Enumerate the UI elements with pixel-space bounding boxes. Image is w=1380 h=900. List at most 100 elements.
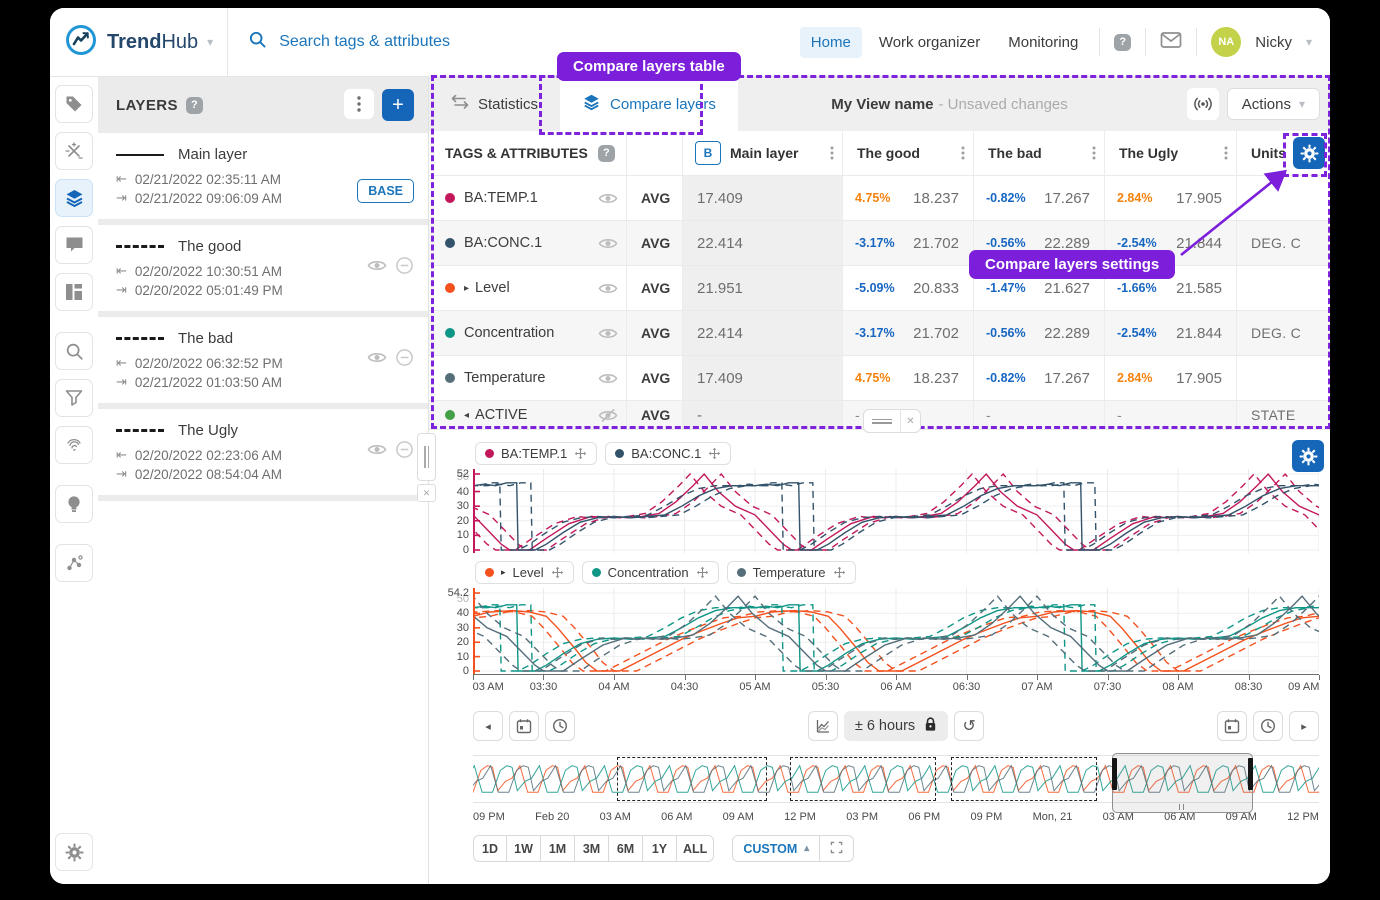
move-icon[interactable] — [708, 447, 721, 460]
legend-caret-icon[interactable]: ▸ — [501, 567, 506, 578]
chart-plot-area[interactable]: 5054.2403020100 — [473, 588, 1319, 674]
rail-gear-icon[interactable] — [55, 833, 93, 871]
legend-chip-level[interactable]: ▸Level — [475, 561, 574, 584]
zoom-preset-1d[interactable]: 1D — [473, 835, 507, 862]
zoom-preset-1m[interactable]: 1M — [541, 835, 575, 862]
aggregation-cell[interactable]: AVG — [627, 356, 683, 400]
selection-left-handle[interactable] — [1112, 758, 1117, 790]
broadcast-icon[interactable] — [1187, 88, 1219, 120]
calendar-end-icon[interactable] — [1217, 711, 1247, 741]
layers-help-icon[interactable]: ? — [186, 97, 203, 114]
collapsed-panel-close-icon[interactable]: ✕ — [901, 410, 920, 432]
chart-batemp-baconc[interactable]: BA:TEMP.1 BA:CONC.1 5052403020100 — [473, 442, 1319, 553]
zoom-preset-1y[interactable]: 1Y — [643, 835, 677, 862]
eye-icon[interactable] — [367, 442, 387, 462]
timeline-selection-window[interactable]: II — [1112, 753, 1254, 813]
splitter-grip-icon[interactable] — [417, 433, 436, 481]
time-start-icon[interactable] — [545, 711, 575, 741]
move-icon[interactable] — [574, 447, 587, 460]
layer-column-menu-icon[interactable] — [1092, 146, 1104, 160]
aggregation-cell[interactable]: AVG — [627, 221, 683, 265]
rail-comment-icon[interactable] — [55, 226, 93, 264]
layers-menu-button[interactable] — [344, 89, 374, 119]
table-row-ba-conc-1[interactable]: BA:CONC.1AVG22.414-3.17%21.702-0.56%22.2… — [429, 221, 1330, 266]
rail-scatter-icon[interactable] — [55, 544, 93, 582]
table-row-concentration[interactable]: ConcentrationAVG22.414-3.17%21.702-0.56%… — [429, 311, 1330, 356]
selection-right-handle[interactable] — [1248, 758, 1253, 790]
rail-layers-icon[interactable] — [55, 179, 93, 217]
eye-icon[interactable] — [598, 236, 618, 251]
help-icon[interactable]: ? — [1114, 34, 1131, 51]
app-logo[interactable]: TrendHub ▾ — [50, 23, 227, 62]
eye-icon[interactable] — [367, 350, 387, 370]
tab-compare-layers[interactable]: Compare layers — [560, 77, 738, 131]
rail-tag-icon[interactable] — [55, 85, 93, 123]
mail-icon[interactable] — [1160, 31, 1182, 54]
nav-item-work-organizer[interactable]: Work organizer — [868, 27, 991, 58]
eye-icon[interactable] — [598, 326, 618, 341]
actions-button[interactable]: Actions▾ — [1227, 88, 1320, 120]
logo-caret-down-icon[interactable]: ▾ — [207, 35, 213, 49]
expand-range-icon[interactable] — [820, 835, 854, 862]
aggregation-cell[interactable]: AVG — [627, 176, 683, 220]
user-caret-down-icon[interactable]: ▾ — [1306, 35, 1312, 49]
aggregation-cell[interactable]: AVG — [627, 266, 683, 310]
zoom-preset-all[interactable]: ALL — [677, 835, 714, 862]
remove-layer-icon[interactable] — [395, 348, 414, 372]
rail-formula-icon[interactable] — [55, 132, 93, 170]
time-range-pill[interactable]: ± 6 hours — [844, 711, 948, 741]
table-row-temperature[interactable]: TemperatureAVG17.4094.75%18.237-0.82%17.… — [429, 356, 1330, 401]
step-forward-icon[interactable]: ▸ — [1289, 711, 1319, 741]
overview-timeline[interactable]: II — [473, 755, 1319, 803]
table-help-icon[interactable]: ? — [598, 145, 615, 162]
rail-dashboard-icon[interactable] — [55, 273, 93, 311]
legend-chip-ba-temp-1[interactable]: BA:TEMP.1 — [475, 442, 597, 465]
eye-icon[interactable] — [598, 371, 618, 386]
remove-layer-icon[interactable] — [395, 440, 414, 464]
expand-caret-icon[interactable]: ▸ — [464, 283, 469, 294]
step-back-icon[interactable]: ◂ — [473, 711, 503, 741]
base-badge[interactable]: BASE — [357, 179, 414, 203]
zoom-preset-6m[interactable]: 6M — [609, 835, 643, 862]
chart-pane-splitter[interactable]: ✕ — [417, 433, 436, 502]
aggregation-cell[interactable]: AVG — [627, 311, 683, 355]
collapsed-panel-widget[interactable]: ✕ — [863, 409, 921, 433]
rail-filter-icon[interactable] — [55, 379, 93, 417]
rail-bulb-icon[interactable] — [55, 485, 93, 523]
custom-range-button[interactable]: CUSTOM▴ — [732, 835, 820, 862]
layer-column-menu-icon[interactable] — [961, 146, 973, 160]
add-layer-button[interactable]: + — [382, 89, 414, 121]
chart-settings-gear-icon[interactable] — [1292, 440, 1324, 472]
layer-card-the-ugly[interactable]: The Ugly⇤02/20/2022 02:23:06 AM⇥02/20/20… — [98, 409, 428, 501]
chart-plot-area[interactable]: 5052403020100 — [473, 469, 1319, 553]
compare-settings-gear-icon[interactable] — [1293, 137, 1325, 169]
move-icon[interactable] — [696, 566, 709, 579]
legend-chip-concentration[interactable]: Concentration — [582, 561, 719, 584]
time-end-icon[interactable] — [1253, 711, 1283, 741]
table-row-ba-temp-1[interactable]: BA:TEMP.1AVG17.4094.75%18.237-0.82%17.26… — [429, 176, 1330, 221]
splitter-close-icon[interactable]: ✕ — [417, 484, 436, 502]
layer-card-the-bad[interactable]: The bad⇤02/20/2022 06:32:52 PM⇥02/21/202… — [98, 317, 428, 409]
calendar-start-icon[interactable] — [509, 711, 539, 741]
collapsed-panel-grip-icon[interactable] — [864, 410, 901, 432]
rail-search-icon[interactable] — [55, 332, 93, 370]
chart-level-conc-temp[interactable]: ▸Level Concentration Temperature 5054.24030… — [473, 561, 1319, 674]
reset-time-icon[interactable]: ↺ — [954, 711, 984, 741]
legend-chip-temperature[interactable]: Temperature — [727, 561, 856, 584]
main-layer-menu-icon[interactable] — [830, 146, 842, 160]
table-row-level[interactable]: ▸LevelAVG21.951-5.09%20.833-1.47%21.627-… — [429, 266, 1330, 311]
layer-card-the-good[interactable]: The good⇤02/20/2022 10:30:51 AM⇥02/20/20… — [98, 225, 428, 317]
aggregation-cell[interactable]: AVG — [627, 401, 683, 429]
remove-layer-icon[interactable] — [395, 256, 414, 280]
nav-item-home[interactable]: Home — [800, 27, 862, 58]
collapse-caret-icon[interactable]: ◂ — [464, 410, 469, 421]
trend-compare-icon[interactable] — [808, 711, 838, 741]
legend-chip-ba-conc-1[interactable]: BA:CONC.1 — [605, 442, 731, 465]
search-input[interactable] — [277, 32, 601, 52]
tab-statistics[interactable]: Statistics — [429, 77, 560, 131]
lock-icon[interactable] — [924, 717, 937, 736]
zoom-preset-3m[interactable]: 3M — [575, 835, 609, 862]
zoom-preset-1w[interactable]: 1W — [507, 835, 541, 862]
eye-icon[interactable] — [598, 191, 618, 206]
layer-column-menu-icon[interactable] — [1224, 146, 1236, 160]
